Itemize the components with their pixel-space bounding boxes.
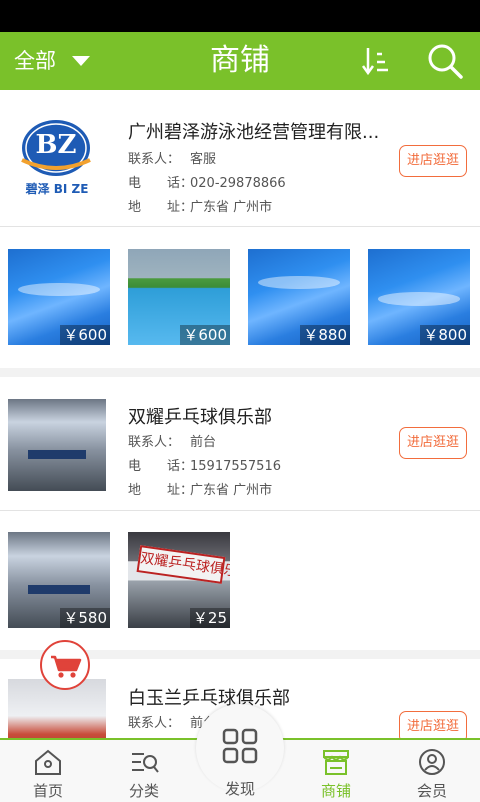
product-thumb[interactable]: ￥580 xyxy=(8,532,110,628)
sort-icon[interactable] xyxy=(360,44,390,78)
divider xyxy=(0,510,480,511)
phone-value[interactable]: 020-29878866 xyxy=(190,176,286,191)
status-bar xyxy=(0,0,480,32)
logo-subtext: 碧泽 BI ZE xyxy=(25,182,89,196)
shop-name[interactable]: 双耀乒乓球俱乐部 xyxy=(128,403,393,429)
tab-label: 首页 xyxy=(32,782,63,800)
shop-name[interactable]: 白玉兰乒乓球俱乐部 xyxy=(128,684,393,710)
cart-button[interactable] xyxy=(40,640,90,690)
address-value: 广东省 广州市 xyxy=(190,200,273,215)
product-price: ￥880 xyxy=(300,325,350,345)
product-price: ￥600 xyxy=(60,325,110,345)
address-row: 地 址：广东省 广州市 xyxy=(128,196,272,215)
product-price: ￥800 xyxy=(420,325,470,345)
chevron-down-icon[interactable] xyxy=(72,56,90,66)
product-thumb[interactable]: ￥600 xyxy=(128,249,230,345)
shop-card[interactable]: BZ 碧泽 BI ZE 广州碧泽游泳池经营管理有限... 联系人： 客服 电 话：… xyxy=(0,90,480,368)
contact-label: 联系人： xyxy=(128,435,181,450)
tab-member[interactable]: 会员 xyxy=(384,740,480,802)
phone-label: 电 话： xyxy=(128,459,194,474)
home-icon xyxy=(35,749,61,775)
tab-label: 商铺 xyxy=(320,782,351,800)
shop-logo xyxy=(8,399,106,491)
member-icon xyxy=(419,749,445,775)
category-icon xyxy=(132,753,159,773)
shop-card[interactable]: 双耀乒乓球俱乐部 联系人： 前台 电 话：15917557516 地 址：广东省 … xyxy=(0,377,480,650)
contact-value: 客服 xyxy=(190,152,217,167)
top-bar: 商铺 全部 xyxy=(0,32,480,90)
tab-store[interactable]: 商铺 xyxy=(288,740,384,802)
phone-row: 电 话：15917557516 xyxy=(128,455,281,474)
product-price: ￥600 xyxy=(180,325,230,345)
address-value: 广东省 广州市 xyxy=(190,483,273,498)
phone-row: 电 话：020-29878866 xyxy=(128,172,286,191)
phone-label: 电 话： xyxy=(128,176,194,191)
tab-label: 发现 xyxy=(224,780,255,798)
product-thumb[interactable]: 双耀乒乓球俱乐部 ￥25 xyxy=(128,532,230,628)
product-thumb[interactable]: ￥800 xyxy=(368,249,470,345)
sign-text: 双耀乒乓球俱乐部 xyxy=(136,545,230,585)
visit-shop-button[interactable]: 进店逛逛 xyxy=(399,711,467,738)
divider xyxy=(0,226,480,227)
phone-value[interactable]: 15917557516 xyxy=(190,459,281,474)
cart-icon xyxy=(51,655,82,678)
visit-shop-button[interactable]: 进店逛逛 xyxy=(399,427,467,459)
logo-text: BZ xyxy=(35,130,77,160)
contact-value: 前台 xyxy=(190,435,217,450)
tab-label: 分类 xyxy=(128,782,159,800)
address-label: 地 址： xyxy=(128,200,194,215)
address-label: 地 址： xyxy=(128,483,194,498)
search-icon[interactable] xyxy=(426,42,464,80)
tab-home[interactable]: 首页 xyxy=(0,740,96,802)
contact-label: 联系人： xyxy=(128,152,181,167)
product-thumb[interactable]: ￥880 xyxy=(248,249,350,345)
discover-icon xyxy=(222,728,258,764)
tab-category[interactable]: 分类 xyxy=(96,740,192,802)
shop-name[interactable]: 广州碧泽游泳池经营管理有限... xyxy=(128,118,393,144)
contact-row: 联系人： 前台 xyxy=(128,431,216,450)
contact-label: 联系人： xyxy=(128,716,181,731)
filter-all-dropdown[interactable]: 全部 xyxy=(14,32,56,90)
address-row: 地 址：广东省 广州市 xyxy=(128,479,272,498)
shop-logo: BZ 碧泽 BI ZE xyxy=(8,114,106,206)
contact-row: 联系人： 客服 xyxy=(128,148,216,167)
product-thumb[interactable]: ￥600 xyxy=(8,249,110,345)
product-price: ￥580 xyxy=(60,608,110,628)
visit-shop-button[interactable]: 进店逛逛 xyxy=(399,145,467,177)
product-price: ￥25 xyxy=(189,608,230,628)
tab-label: 会员 xyxy=(416,782,447,800)
store-icon xyxy=(323,750,349,775)
